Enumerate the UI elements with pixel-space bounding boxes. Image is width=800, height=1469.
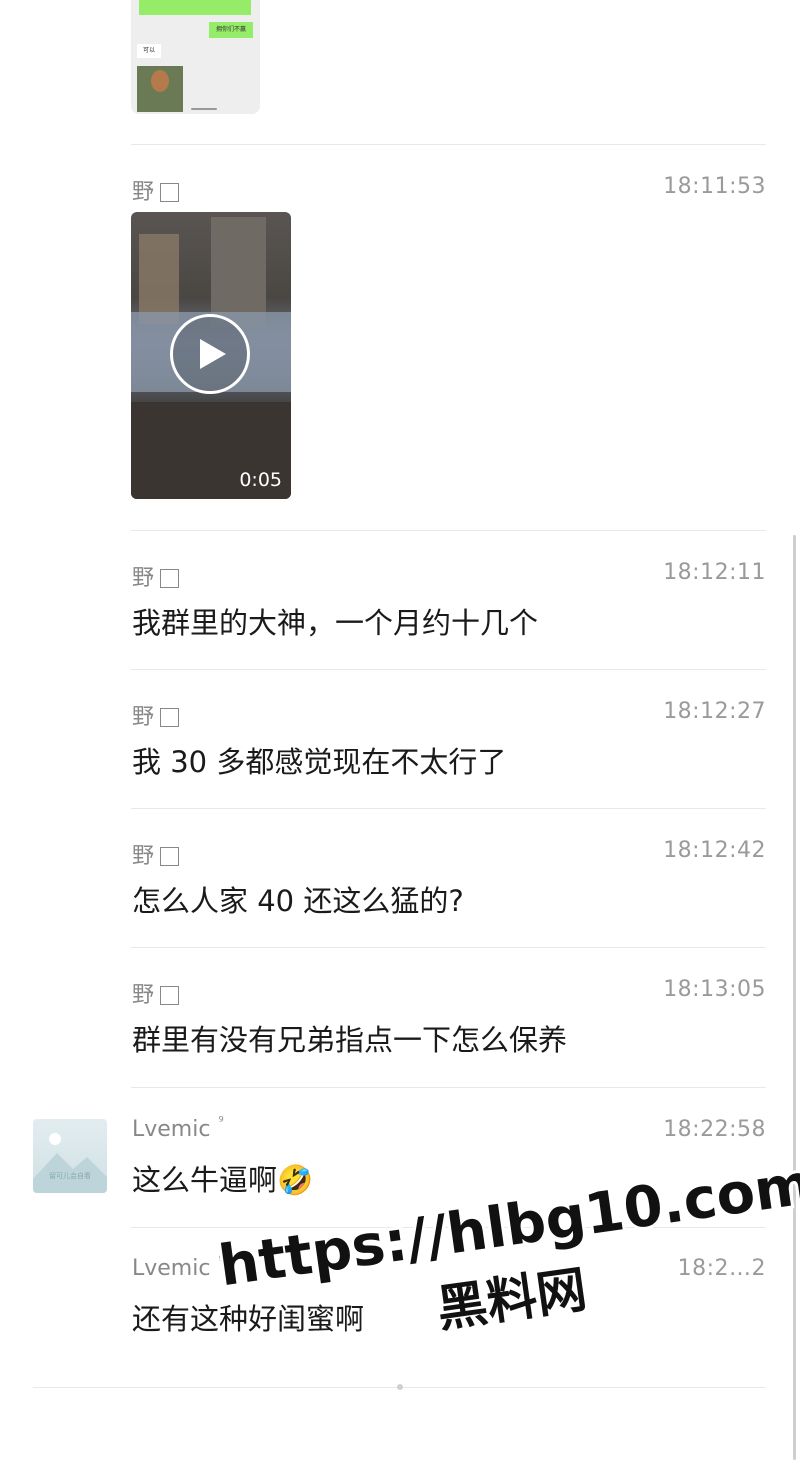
message-time: 18:12:11 — [663, 560, 766, 585]
checkbox-icon — [160, 985, 180, 1005]
message-sender[interactable]: 野 — [132, 977, 180, 1009]
divider — [131, 669, 766, 670]
image-placeholder-icon — [33, 1133, 107, 1193]
image-green-bubble — [139, 0, 251, 15]
image-scroll-indicator — [191, 108, 217, 110]
message-text: 群里有没有兄弟指点一下怎么保养 — [132, 1023, 568, 1057]
message-sender[interactable]: 野 — [132, 699, 180, 731]
message-sender[interactable]: 野 — [132, 174, 180, 206]
page-indicator — [397, 1384, 403, 1390]
divider — [131, 808, 766, 809]
checkbox-icon — [160, 707, 180, 727]
forwarded-chat-image[interactable]: 拥你们不赢 可以 — [131, 0, 260, 114]
divider — [131, 1087, 766, 1088]
image-avatar — [137, 66, 183, 112]
play-icon[interactable] — [170, 314, 250, 394]
message-time: 18:11:53 — [663, 174, 766, 199]
checkbox-icon — [160, 568, 180, 588]
checkbox-icon — [160, 182, 180, 202]
video-message[interactable]: 0:05 — [131, 212, 291, 499]
checkbox-icon — [160, 846, 180, 866]
message-time: 18:12:42 — [663, 838, 766, 863]
divider — [131, 947, 766, 948]
message-sender[interactable]: 野 — [132, 560, 180, 592]
divider — [131, 144, 766, 145]
message-text: 怎么人家 40 还这么猛的? — [132, 884, 464, 918]
image-white-reply: 可以 — [137, 44, 161, 58]
image-green-reply: 拥你们不赢 — [209, 22, 253, 38]
scrollbar[interactable] — [793, 535, 796, 1460]
message-time: 18:22:58 — [663, 1117, 766, 1142]
message-time: 18:13:05 — [663, 977, 766, 1002]
video-duration: 0:05 — [239, 469, 282, 491]
message-text: 我群里的大神，一个月约十几个 — [132, 606, 539, 640]
message-sender[interactable]: Lvemic ⁹ — [132, 1115, 224, 1142]
message-sender[interactable]: 野 — [132, 838, 180, 870]
message-text: 这么牛逼啊🤣 — [132, 1163, 314, 1197]
message-text: 我 30 多都感觉现在不太行了 — [132, 745, 507, 779]
message-time: 18:12:27 — [663, 699, 766, 724]
message-sender[interactable]: Lvemic ⁹ — [132, 1254, 224, 1281]
avatar-caption: 留可儿会自看 — [49, 1172, 91, 1180]
divider — [131, 530, 766, 531]
avatar[interactable]: 留可儿会自看 — [33, 1119, 107, 1193]
